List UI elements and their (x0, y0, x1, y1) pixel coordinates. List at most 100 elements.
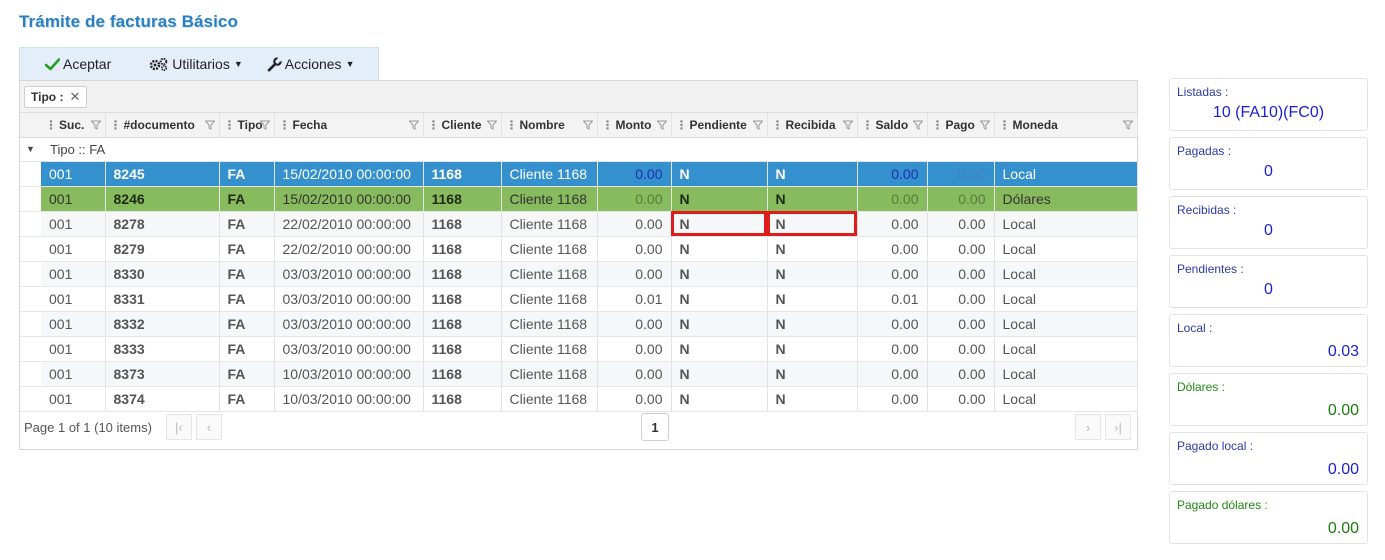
filter-icon[interactable] (485, 119, 498, 133)
header-spacer (20, 113, 41, 138)
actions-menu[interactable]: Acciones ▼ (261, 48, 361, 80)
table-row[interactable]: 001 8331 FA 03/03/2010 00:00:00 1168 Cliente … (20, 286, 1138, 312)
cell-recibida: N (767, 261, 858, 287)
cell-suc: 001 (41, 186, 106, 212)
table-row[interactable]: 001 8278 FA 22/02/2010 00:00:00 1168 Cliente … (20, 211, 1138, 237)
stat-value: 0.00 (1327, 461, 1359, 478)
drag-handle-icon[interactable]: ⋮ (999, 118, 1011, 132)
utilities-menu[interactable]: Utilitarios ▼ (143, 48, 249, 80)
column-header-moneda[interactable]: ⋮ Moneda (994, 113, 1138, 138)
accept-button[interactable]: Aceptar (39, 48, 117, 80)
filter-icon[interactable] (911, 119, 924, 133)
next-page-icon[interactable]: › (1075, 414, 1101, 440)
group-chip-label: Tipo : (31, 89, 64, 104)
column-header-saldo[interactable]: ⋮ Saldo (857, 113, 928, 138)
filter-icon[interactable] (203, 119, 216, 133)
column-header-nombre[interactable]: ⋮ Nombre (501, 113, 598, 138)
stat-listadas: Listadas : 10 (FA10)(FC0) (1169, 78, 1368, 131)
filter-icon[interactable] (655, 119, 668, 133)
cell-fecha: 03/03/2010 00:00:00 (274, 286, 424, 312)
cell-suc: 001 (41, 311, 106, 337)
drag-handle-icon[interactable]: ⋮ (772, 118, 784, 132)
cell-moneda: Dólares (994, 186, 1138, 212)
stat-value: 0.03 (1327, 343, 1359, 360)
filter-icon[interactable] (581, 119, 594, 133)
cell-moneda: Local (994, 211, 1138, 237)
column-header-suc[interactable]: ⋮ Suc. (41, 113, 106, 138)
column-header-label: Monto (615, 117, 652, 132)
table-row[interactable]: 001 8279 FA 22/02/2010 00:00:00 1168 Cliente … (20, 236, 1138, 262)
filter-icon[interactable] (258, 119, 271, 133)
first-page-icon[interactable]: |‹ (165, 414, 192, 440)
group-panel: Tipo : ✕ (20, 81, 1137, 113)
prev-page-icon[interactable]: ‹ (195, 414, 222, 440)
filter-icon[interactable] (751, 119, 764, 133)
table-row[interactable]: 001 8246 FA 15/02/2010 00:00:00 1168 Cliente … (20, 186, 1138, 212)
last-page-icon[interactable]: ›| (1105, 414, 1131, 440)
column-header-tipo[interactable]: ⋮ Tipo (219, 113, 275, 138)
cell-pago: 0.00 (927, 286, 995, 312)
column-header-label: Suc. (59, 117, 85, 132)
table-row[interactable]: 001 8245 FA 15/02/2010 00:00:00 1168 Cliente … (20, 161, 1138, 187)
table-row[interactable]: 001 8333 FA 03/03/2010 00:00:00 1168 Cliente … (20, 336, 1138, 362)
table-row[interactable]: 001 8373 FA 10/03/2010 00:00:00 1168 Cliente … (20, 361, 1138, 387)
column-header-monto[interactable]: ⋮ Monto (597, 113, 672, 138)
cell-cliente: 1168 (423, 161, 502, 187)
cell-pago: 0.00 (927, 161, 995, 187)
row-spacer (20, 186, 41, 212)
column-header-fecha[interactable]: ⋮ Fecha (274, 113, 424, 138)
group-chip-tipo[interactable]: Tipo : ✕ (24, 85, 88, 108)
filter-icon[interactable] (89, 119, 102, 133)
cell-recibida: N (767, 286, 858, 312)
filter-icon[interactable] (407, 119, 420, 133)
chevron-down-icon: ▼ (345, 59, 355, 69)
column-header-documento[interactable]: ⋮ #documento (105, 113, 220, 138)
group-row[interactable]: ▼ Tipo :: FA (20, 137, 1137, 162)
cell-saldo: 0.00 (857, 186, 928, 212)
cell-pago: 0.00 (927, 311, 995, 337)
drag-handle-icon[interactable]: ⋮ (428, 118, 440, 132)
close-icon[interactable]: ✕ (69, 89, 80, 105)
column-header-cliente[interactable]: ⋮ Cliente (423, 113, 502, 138)
cell-suc: 001 (41, 236, 106, 262)
stat-value: 0 (1264, 222, 1273, 239)
drag-handle-icon[interactable]: ⋮ (676, 118, 688, 132)
drag-handle-icon[interactable]: ⋮ (224, 118, 236, 132)
cell-nombre: Cliente 1168 (501, 286, 598, 312)
column-header-pago[interactable]: ⋮ Pago (927, 113, 995, 138)
drag-handle-icon[interactable]: ⋮ (279, 118, 291, 132)
drag-handle-icon[interactable]: ⋮ (602, 118, 614, 132)
column-header-recibida[interactable]: ⋮ Recibida (767, 113, 858, 138)
cell-nombre: Cliente 1168 (501, 236, 598, 262)
stat-local: Local : 0.03 (1169, 314, 1368, 367)
invoice-grid: Tipo : ✕ ⋮ Suc. ⋮ #documento ⋮ Tipo ⋮ Fecha ⋮ Cli… (19, 80, 1138, 450)
drag-handle-icon[interactable]: ⋮ (932, 118, 944, 132)
current-page-button[interactable]: 1 (641, 413, 669, 441)
collapse-icon[interactable]: ▼ (20, 137, 41, 162)
filter-icon[interactable] (1121, 119, 1134, 133)
cell-suc: 001 (41, 211, 106, 237)
cell-moneda: Local (994, 261, 1138, 287)
drag-handle-icon[interactable]: ⋮ (45, 118, 57, 132)
filter-icon[interactable] (841, 119, 854, 133)
cell-nombre: Cliente 1168 (501, 361, 598, 387)
drag-handle-icon[interactable]: ⋮ (506, 118, 518, 132)
cell-documento: 8373 (105, 361, 220, 387)
group-row-label: Tipo :: FA (41, 137, 1137, 162)
cell-pago: 0.00 (927, 336, 995, 362)
drag-handle-icon[interactable]: ⋮ (862, 118, 874, 132)
filter-icon[interactable] (978, 119, 991, 133)
cell-fecha: 22/02/2010 00:00:00 (274, 236, 424, 262)
table-row[interactable]: 001 8332 FA 03/03/2010 00:00:00 1168 Cliente … (20, 311, 1138, 337)
cell-tipo: FA (219, 186, 275, 212)
column-header-pendiente[interactable]: ⋮ Pendiente (671, 113, 768, 138)
summary-panel: Listadas :10 (FA10)(FC0) Pagadas :0 Recibi… (1169, 78, 1368, 550)
stat-label: Local : (1177, 321, 1213, 335)
cell-documento: 8332 (105, 311, 220, 337)
cell-pendiente: N (671, 211, 768, 237)
drag-handle-icon[interactable]: ⋮ (110, 118, 122, 132)
column-header-label: Saldo (875, 117, 909, 132)
table-row[interactable]: 001 8330 FA 03/03/2010 00:00:00 1168 Cliente … (20, 261, 1138, 287)
cell-pendiente: N (671, 186, 768, 212)
row-spacer (20, 336, 41, 362)
